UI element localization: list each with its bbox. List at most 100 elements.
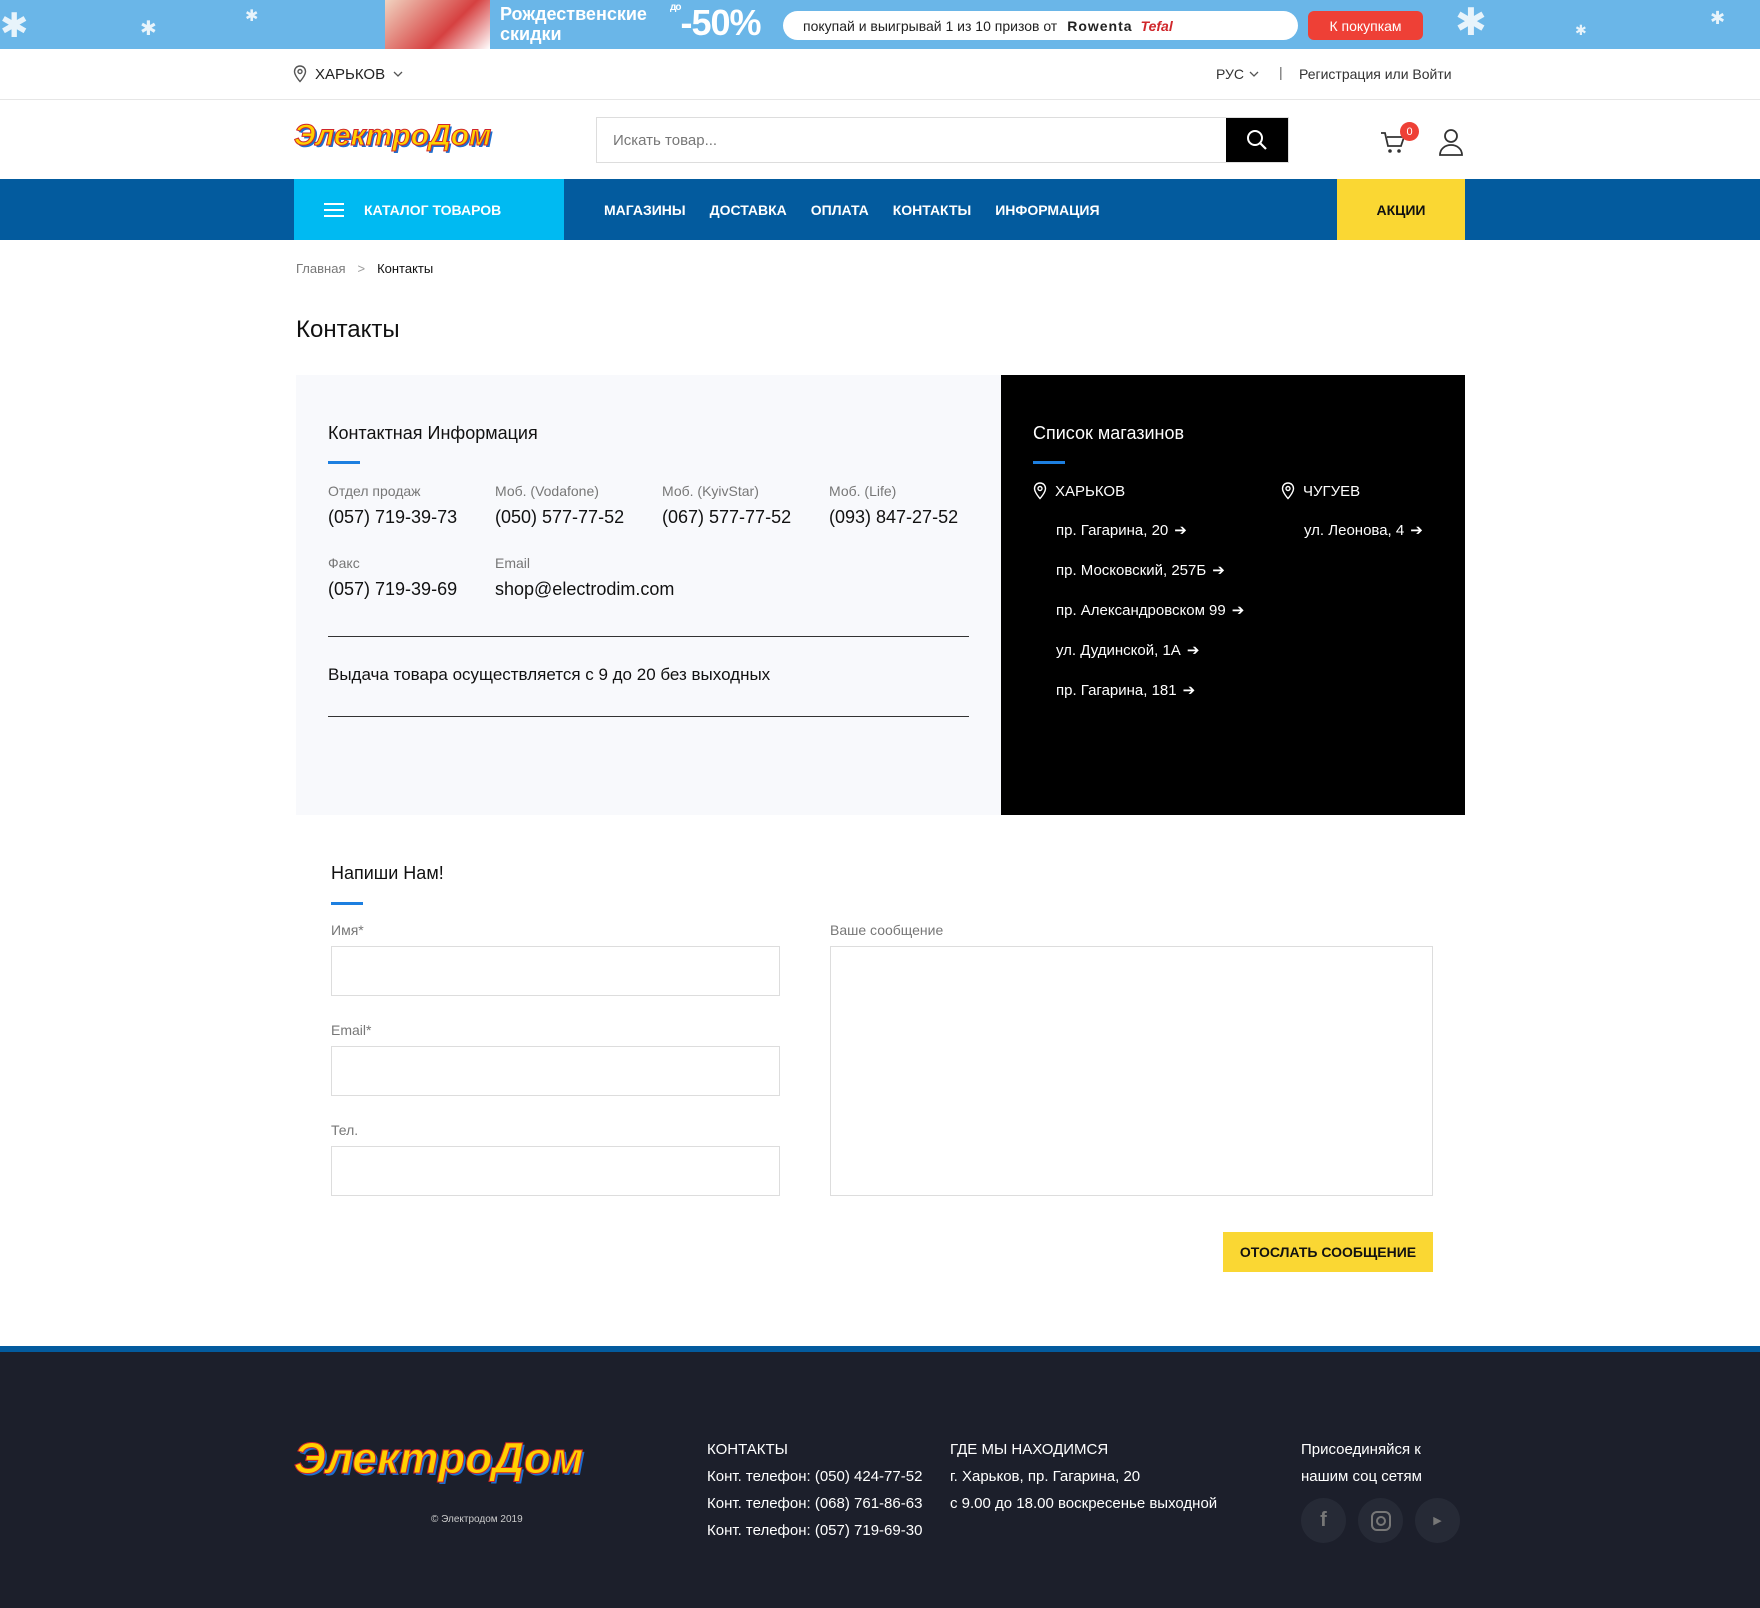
store-address: пр. Гагарина, 20 xyxy=(1056,521,1169,539)
nav-item-delivery[interactable]: ДОСТАВКА xyxy=(710,202,787,218)
store-address-link[interactable]: пр. Александровском 99 ➔ xyxy=(1056,601,1245,620)
facebook-icon[interactable]: f xyxy=(1301,1498,1346,1543)
nav-sale-button[interactable]: АКЦИИ xyxy=(1337,179,1465,240)
snowflake-icon: ✱ xyxy=(1455,2,1487,44)
contact-label: Моб. (Vodafone) xyxy=(495,483,599,499)
catalog-menu-button[interactable]: КАТАЛОГ ТОВАРОВ xyxy=(294,179,564,240)
contact-value[interactable]: shop@electrodim.com xyxy=(495,579,674,600)
nav-item-contacts[interactable]: КОНТАКТЫ xyxy=(893,202,971,218)
store-list-title: Список магазинов xyxy=(1033,423,1185,443)
contact-email: Email shop@electrodim.com xyxy=(495,555,674,600)
footer-phone[interactable]: Конт. телефон: (057) 719-69-30 xyxy=(707,1517,922,1544)
promo-text: покупай и выигрывай 1 из 10 призов от xyxy=(803,17,1058,34)
instagram-glyph xyxy=(1370,1510,1391,1531)
nav-item-stores[interactable]: МАГАЗИНЫ xyxy=(604,202,686,218)
instagram-icon[interactable] xyxy=(1358,1498,1403,1543)
promo-banner[interactable]: ✱ ✱ ✱ ✱ ✱ ✱ Рождественские скидки до-50%… xyxy=(0,0,1760,49)
cart-button[interactable]: 0 xyxy=(1380,122,1419,160)
message-textarea[interactable] xyxy=(830,946,1433,1196)
footer-location-title: ГДЕ МЫ НАХОДИМСЯ xyxy=(950,1441,1109,1458)
footer-social-text: Присоединяйся к нашим соц сетям xyxy=(1301,1436,1422,1490)
chevron-down-icon xyxy=(393,71,403,77)
footer-phone[interactable]: Конт. телефон: (068) 761-86-63 xyxy=(707,1490,922,1517)
promo-pill: покупай и выигрывай 1 из 10 призов от Ro… xyxy=(783,11,1298,40)
login-link[interactable]: Регистрация или Войти xyxy=(1299,66,1452,82)
catalog-label: КАТАЛОГ ТОВАРОВ xyxy=(364,201,502,218)
snowflake-icon: ✱ xyxy=(140,18,157,40)
contact-value[interactable]: (050) 577-77-52 xyxy=(495,507,624,528)
store-address: пр. Московский, 257Б xyxy=(1056,561,1207,579)
nav-item-information[interactable]: ИНФОРМАЦИЯ xyxy=(995,202,1099,218)
contact-value[interactable]: (067) 577-77-52 xyxy=(662,507,791,528)
contact-fax: Факс (057) 719-39-69 xyxy=(328,555,457,600)
store-address-link[interactable]: пр. Гагарина, 20 ➔ xyxy=(1056,521,1187,540)
nav-item-payment[interactable]: ОПЛАТА xyxy=(811,202,869,218)
store-address-link[interactable]: ул. Леонова, 4 ➔ xyxy=(1304,521,1423,540)
contact-value[interactable]: (057) 719-39-73 xyxy=(328,507,457,528)
contact-vodafone: Моб. (Vodafone) (050) 577-77-52 xyxy=(495,483,624,528)
footer: ЭлектроДом © Электродом 2019 КОНТАКТЫ Ко… xyxy=(0,1346,1760,1608)
snowflake-icon: ✱ xyxy=(1710,8,1726,28)
phone-input[interactable] xyxy=(331,1146,780,1196)
cart-count-badge: 0 xyxy=(1400,122,1419,141)
contact-label: Моб. (Life) xyxy=(829,483,897,499)
city-selector[interactable]: ХАРЬКОВ xyxy=(293,65,403,83)
language-selector[interactable]: РУС xyxy=(1216,66,1259,82)
store-address: ул. Дудинской, 1А xyxy=(1056,641,1181,659)
chevron-down-icon xyxy=(1249,71,1259,77)
title-underline xyxy=(1033,461,1065,464)
promo-image xyxy=(385,0,490,49)
social-links: f ▶ xyxy=(1301,1498,1460,1543)
breadcrumb-arrow: > xyxy=(357,261,366,276)
arrow-right-icon: ➔ xyxy=(1231,602,1245,619)
contact-label: Email xyxy=(495,555,531,571)
store-city-kharkiv: ХАРЬКОВ xyxy=(1033,482,1125,500)
store-address-link[interactable]: пр. Московский, 257Б ➔ xyxy=(1056,561,1225,580)
top-bar: ХАРЬКОВ РУС | Регистрация или Войти xyxy=(0,49,1760,100)
store-city-chuhuiv: ЧУГУЕВ xyxy=(1281,482,1360,500)
arrow-right-icon: ➔ xyxy=(1212,562,1225,579)
store-address: пр. Гагарина, 181 xyxy=(1056,681,1177,699)
discount-value: -50% xyxy=(680,2,761,43)
message-label: Ваше сообщение xyxy=(830,922,944,938)
language-label: РУС xyxy=(1216,66,1245,82)
city-label: ХАРЬКОВ xyxy=(315,65,386,83)
location-pin-icon xyxy=(293,65,307,83)
location-pin-icon xyxy=(1033,482,1047,500)
contact-label: Моб. (KyivStar) xyxy=(662,483,759,499)
name-input[interactable] xyxy=(331,946,780,996)
promo-cta-button[interactable]: К покупкам xyxy=(1308,11,1423,40)
social-text-line: Присоединяйся к xyxy=(1301,1441,1421,1458)
footer-address: г. Харьков, пр. Гагарина, 20 xyxy=(950,1468,1141,1485)
arrow-right-icon: ➔ xyxy=(1174,522,1187,539)
location-pin-icon xyxy=(1281,482,1295,500)
form-title: Напиши Нам! xyxy=(331,863,444,883)
breadcrumb: Главная > Контакты xyxy=(296,261,433,276)
store-address: пр. Александровском 99 xyxy=(1056,601,1226,619)
brand-rowenta: Rowenta xyxy=(1067,17,1133,34)
store-address-link[interactable]: пр. Гагарина, 181 ➔ xyxy=(1056,681,1195,700)
name-label: Имя* xyxy=(331,922,364,938)
contact-info-title: Контактная Информация xyxy=(328,423,538,443)
breadcrumb-current: Контакты xyxy=(377,261,434,276)
contact-sales: Отдел продаж (057) 719-39-73 xyxy=(328,483,457,528)
search-button[interactable] xyxy=(1226,118,1288,162)
store-address-link[interactable]: ул. Дудинской, 1А ➔ xyxy=(1056,641,1199,660)
brand-tefal: Tefal xyxy=(1140,17,1173,34)
contact-value[interactable]: (093) 847-27-52 xyxy=(829,507,958,528)
footer-location: ГДЕ МЫ НАХОДИМСЯ г. Харьков, пр. Гагарин… xyxy=(950,1436,1217,1517)
footer-logo[interactable]: ЭлектроДом xyxy=(293,1434,583,1484)
footer-schedule: с 9.00 до 18.00 воскресенье выходной xyxy=(950,1495,1218,1512)
arrow-right-icon: ➔ xyxy=(1410,522,1423,539)
footer-phone[interactable]: Конт. телефон: (050) 424-77-52 xyxy=(707,1463,922,1490)
youtube-icon[interactable]: ▶ xyxy=(1415,1498,1460,1543)
promo-title: Рождественские скидки xyxy=(500,4,647,44)
account-button[interactable] xyxy=(1438,128,1464,161)
breadcrumb-home[interactable]: Главная xyxy=(296,261,345,276)
contact-label: Отдел продаж xyxy=(328,483,421,499)
email-input[interactable] xyxy=(331,1046,780,1096)
store-address: ул. Леонова, 4 xyxy=(1304,521,1405,539)
search-input[interactable] xyxy=(597,118,1226,162)
site-logo[interactable]: ЭлектроДом xyxy=(293,119,491,153)
send-message-button[interactable]: ОТОСЛАТЬ СООБЩЕНИЕ xyxy=(1223,1232,1433,1272)
